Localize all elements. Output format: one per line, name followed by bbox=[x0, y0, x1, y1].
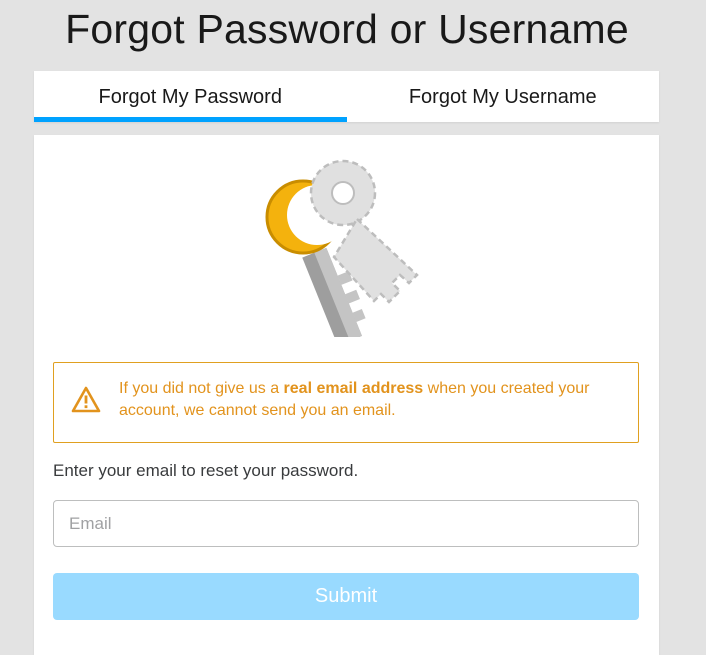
warning-text-bold: real email address bbox=[283, 380, 424, 397]
reset-password-card: If you did not give us a real email addr… bbox=[34, 135, 659, 655]
warning-triangle-icon bbox=[71, 386, 101, 413]
warning-text-before: If you did not give us a bbox=[119, 380, 284, 397]
key-icon bbox=[265, 159, 419, 337]
email-instruction: Enter your email to reset your password. bbox=[53, 461, 359, 480]
warning-message: If you did not give us a real email addr… bbox=[119, 378, 619, 422]
tab-forgot-username[interactable]: Forgot My Username bbox=[347, 71, 660, 122]
tab-forgot-password[interactable]: Forgot My Password bbox=[34, 71, 347, 122]
submit-button[interactable]: Submit bbox=[53, 573, 639, 620]
email-input[interactable] bbox=[53, 500, 639, 547]
tab-bar: Forgot My Password Forgot My Username bbox=[34, 71, 659, 122]
page-title: Forgot Password or Username bbox=[65, 6, 629, 52]
warning-alert: If you did not give us a real email addr… bbox=[53, 362, 639, 443]
